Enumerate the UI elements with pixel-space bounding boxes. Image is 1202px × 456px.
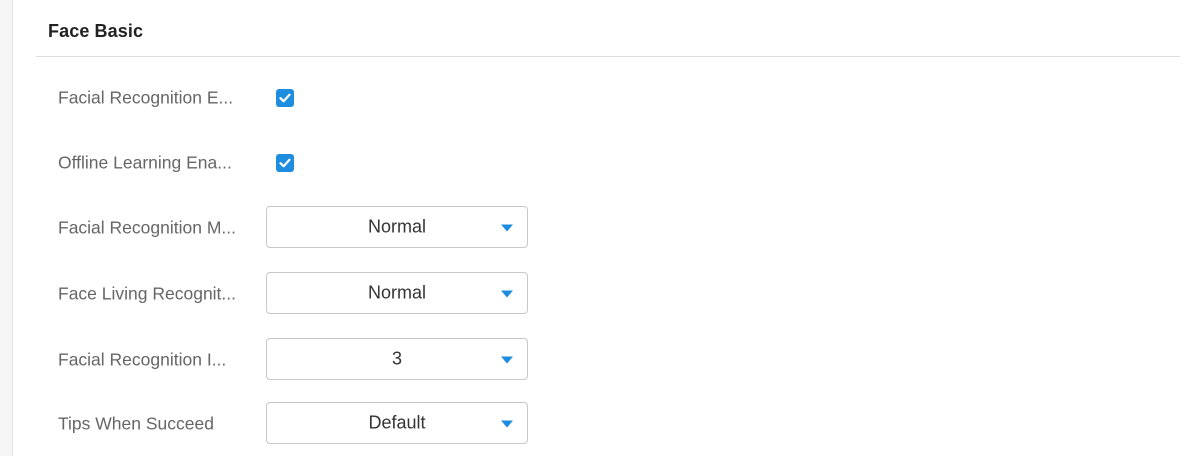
- dropdown-arrow-icon: [501, 290, 513, 298]
- face-living-recognition-select[interactable]: Normal: [266, 272, 528, 314]
- tips-when-succeed-label: Tips When Succeed: [58, 413, 214, 434]
- checkmark-icon: [279, 93, 291, 103]
- section-divider: [36, 56, 1180, 57]
- section-title: Face Basic: [48, 21, 144, 41]
- facial-recognition-mode-select[interactable]: Normal: [266, 206, 528, 248]
- facial-recognition-mode-value: Normal: [367, 216, 426, 237]
- face-basic-panel: Face Basic Facial Recognition E... Offli…: [36, 0, 1180, 456]
- left-sidebar-edge: [0, 0, 13, 456]
- face-living-recognition-row: Face Living Recognit... Normal: [58, 272, 658, 316]
- facial-recognition-interval-select[interactable]: 3: [266, 338, 528, 380]
- face-living-recognition-value: Normal: [367, 282, 426, 303]
- tips-when-succeed-value: Default: [368, 412, 426, 433]
- facial-recognition-mode-row: Facial Recognition M... Normal: [58, 206, 658, 250]
- checkmark-icon: [279, 158, 291, 168]
- facial-recognition-interval-label: Facial Recognition I...: [58, 349, 227, 370]
- facial-recognition-enable-row: Facial Recognition E...: [58, 76, 658, 120]
- facial-recognition-enable-checkbox[interactable]: [276, 89, 294, 107]
- offline-learning-enable-label: Offline Learning Ena...: [58, 152, 232, 173]
- facial-recognition-interval-value: 3: [391, 348, 402, 369]
- tips-when-succeed-row: Tips When Succeed Default: [58, 402, 658, 446]
- offline-learning-enable-checkbox[interactable]: [276, 154, 294, 172]
- dropdown-arrow-icon: [501, 224, 513, 232]
- facial-recognition-interval-row: Facial Recognition I... 3: [58, 338, 658, 382]
- offline-learning-enable-row: Offline Learning Ena...: [58, 141, 658, 185]
- dropdown-arrow-icon: [501, 356, 513, 364]
- tips-when-succeed-select[interactable]: Default: [266, 402, 528, 444]
- facial-recognition-enable-label: Facial Recognition E...: [58, 87, 234, 108]
- facial-recognition-mode-label: Facial Recognition M...: [58, 217, 236, 238]
- dropdown-arrow-icon: [501, 420, 513, 428]
- face-living-recognition-label: Face Living Recognit...: [58, 283, 237, 304]
